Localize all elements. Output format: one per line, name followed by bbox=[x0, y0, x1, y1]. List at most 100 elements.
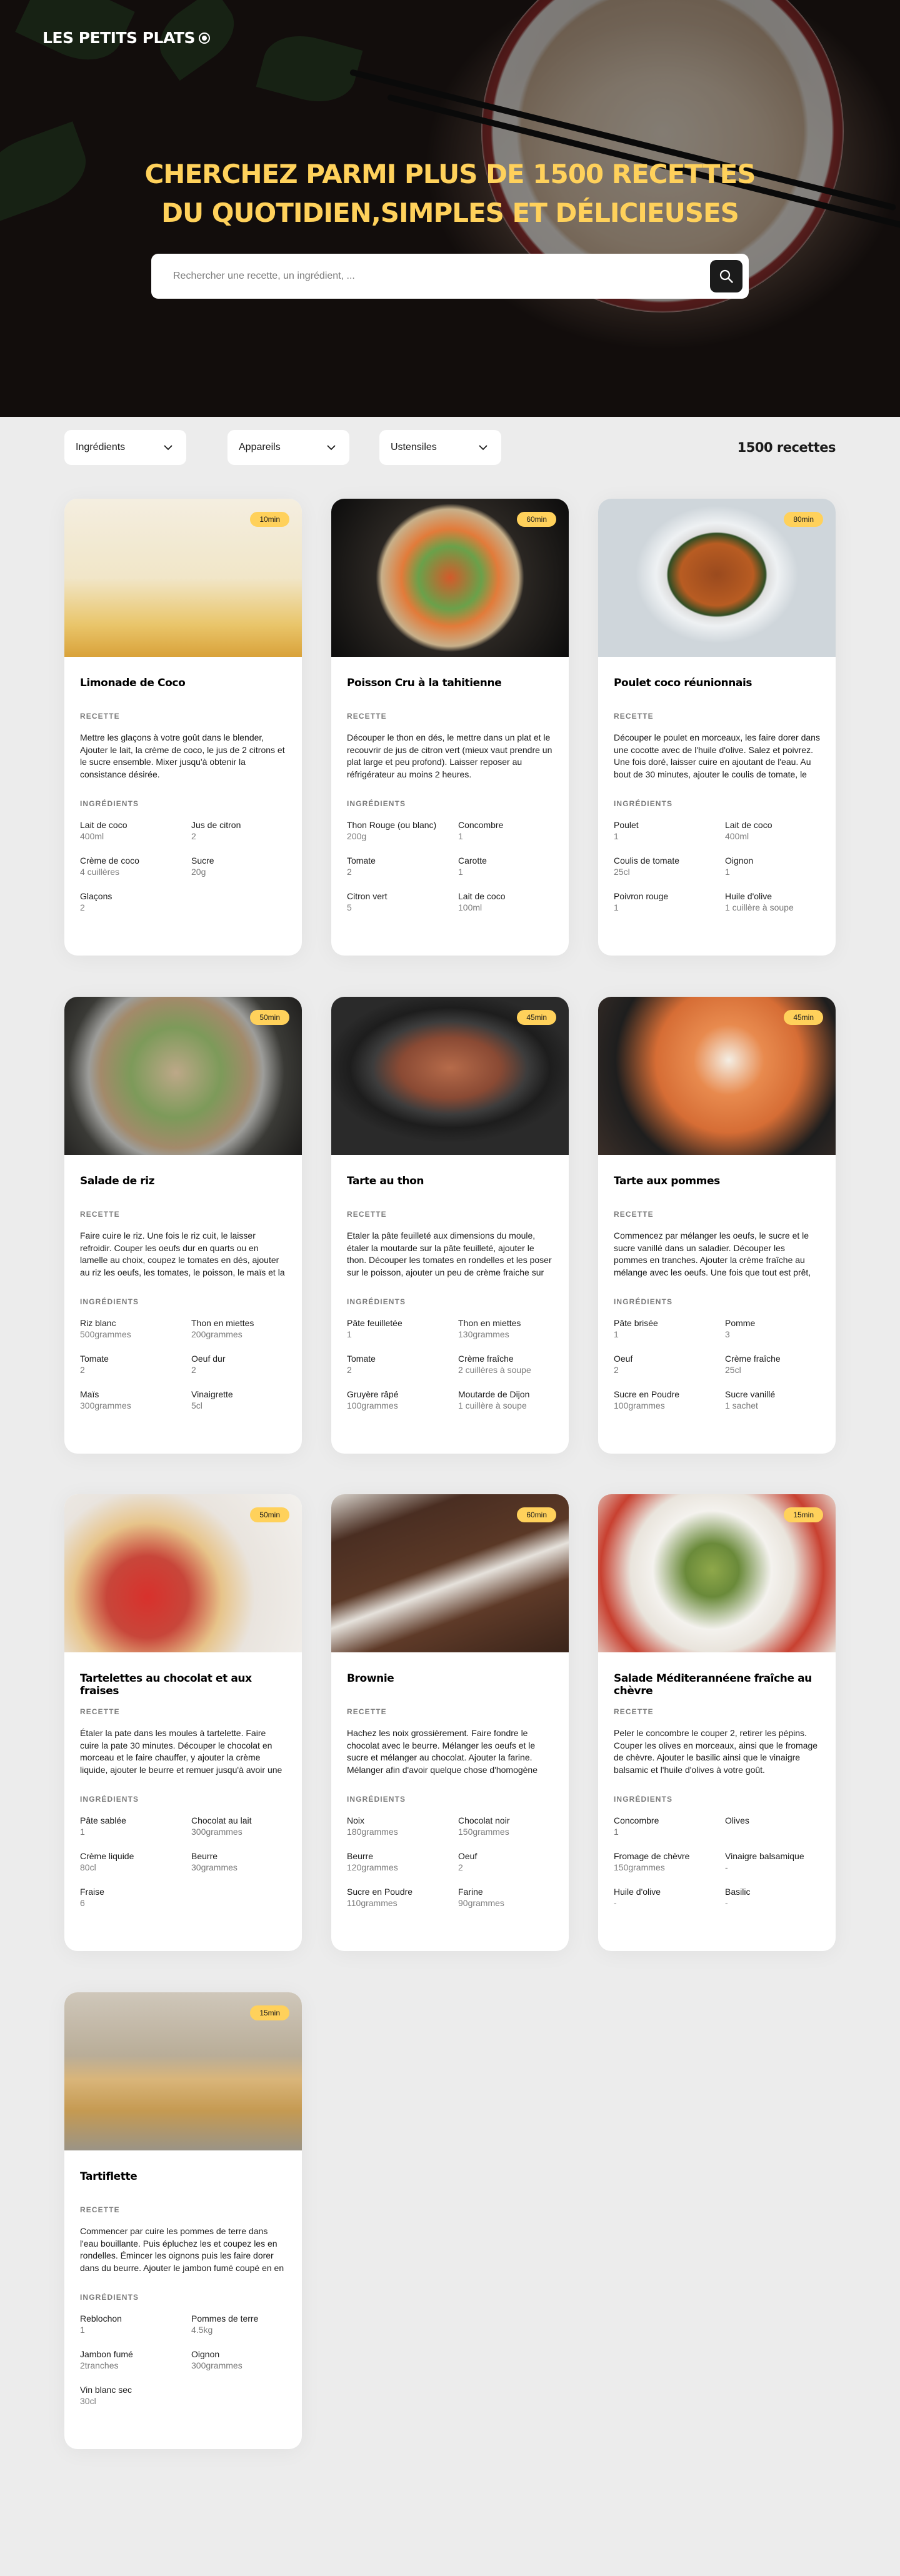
ingredient-name: Citron vert bbox=[347, 891, 388, 901]
recipe-card[interactable]: 50min Salade de riz RECETTE Faire cuire le … bbox=[64, 997, 302, 1454]
recipe-card[interactable]: 45min Tarte aux pommes RECETTE Commencez pa… bbox=[598, 997, 836, 1454]
recipe-card[interactable]: 15min Tartiflette RECETTE Commencer par cui… bbox=[64, 1992, 302, 2449]
recipe-card[interactable]: 60min Brownie RECETTE Hachez les noix gross… bbox=[331, 1494, 569, 1951]
ingredient-quantity: 1 bbox=[458, 867, 463, 877]
ingredient-name: Lait de coco bbox=[725, 820, 772, 830]
ingredient-quantity: 2 bbox=[191, 1365, 196, 1375]
ingredient-quantity: 300grammes bbox=[191, 2360, 242, 2370]
ingredient-name: Carotte bbox=[458, 856, 487, 866]
ingredient-name: Concombre bbox=[458, 820, 504, 830]
ingredient-name: Basilic bbox=[725, 1887, 751, 1897]
recipe-card[interactable]: 45min Tarte au thon RECETTE Etaler la pâte … bbox=[331, 997, 569, 1454]
ingredients-list: Pâte feuilletée 1 Thon en miettes 130gramme… bbox=[347, 1317, 553, 1411]
recipe-card[interactable]: 10min Limonade de Coco RECETTE Mettre les g… bbox=[64, 499, 302, 956]
headline-line-2: DU QUOTIDIEN,SIMPLES ET DÉLICIEUSES bbox=[161, 197, 739, 228]
filter-ustensiles-dropdown[interactable]: Ustensiles bbox=[379, 430, 501, 465]
recipe-card[interactable]: 15min Salade Méditerannéene fraîche au ch… bbox=[598, 1494, 836, 1951]
logo-dot-icon bbox=[198, 32, 210, 44]
ingredient-item: Chocolat noir 150grammes bbox=[458, 1815, 553, 1837]
recipe-description: Commencez par mélanger les oeufs, le suc… bbox=[614, 1231, 811, 1277]
ingredient-quantity: 120grammes bbox=[347, 1862, 398, 1872]
ingredient-quantity: 2 bbox=[458, 1862, 463, 1872]
time-badge: 45min bbox=[784, 1010, 823, 1025]
ingredient-name: Reblochon bbox=[80, 2314, 122, 2324]
ingredients-section-label: INGRÉDIENTS bbox=[80, 2293, 139, 2302]
ingredient-quantity: 400ml bbox=[80, 831, 104, 841]
ingredient-quantity: 180grammes bbox=[347, 1827, 398, 1837]
ingredient-item: Noix 180grammes bbox=[347, 1815, 458, 1837]
recette-section-label: RECETTE bbox=[347, 1707, 387, 1716]
ingredient-quantity: 4 cuillères bbox=[80, 867, 120, 877]
ingredient-item: Olives bbox=[725, 1815, 820, 1837]
ingredient-item: Thon en miettes 130grammes bbox=[458, 1317, 553, 1340]
recette-section-label: RECETTE bbox=[80, 1707, 120, 1716]
recipe-description: Découper le poulet en morceaux, les fair… bbox=[614, 732, 820, 779]
ingredient-item: Oignon 1 bbox=[725, 855, 820, 877]
ingredient-quantity: 5 bbox=[347, 902, 352, 912]
recipe-card[interactable]: 60min Poisson Cru à la tahitienne RECETTE D… bbox=[331, 499, 569, 956]
ingredient-name: Crème de coco bbox=[80, 856, 139, 866]
ingredient-name: Vin blanc sec bbox=[80, 2385, 132, 2395]
ingredient-item: Carotte 1 bbox=[458, 855, 553, 877]
recipe-card[interactable]: 80min Poulet coco réunionnais RECETTE Décou… bbox=[598, 499, 836, 956]
recette-section-label: RECETTE bbox=[80, 2205, 120, 2214]
ingredient-quantity: 5cl bbox=[191, 1400, 202, 1410]
search-icon bbox=[719, 269, 733, 283]
ingredient-quantity: 1 bbox=[458, 831, 463, 841]
ingredient-quantity: 1 sachet bbox=[725, 1400, 758, 1410]
recipe-card[interactable]: 50min Tartelettes au chocolat et aux frai… bbox=[64, 1494, 302, 1951]
search-button[interactable] bbox=[710, 260, 742, 292]
ingredients-list: Riz blanc 500grammes Thon en miettes 200gra… bbox=[80, 1317, 286, 1411]
ingredient-item: Maïs 300grammes bbox=[80, 1389, 191, 1411]
ingredient-item: Tomate 2 bbox=[80, 1353, 191, 1375]
ingredient-item: Coulis de tomate 25cl bbox=[614, 855, 725, 877]
ingredients-section-label: INGRÉDIENTS bbox=[347, 1297, 406, 1306]
ingredient-quantity: 130grammes bbox=[458, 1329, 509, 1339]
ingredient-name: Huile d'olive bbox=[614, 1887, 661, 1897]
ingredient-item: Riz blanc 500grammes bbox=[80, 1317, 191, 1340]
ingredient-item: Fromage de chèvre 150grammes bbox=[614, 1850, 725, 1873]
ingredients-list: Thon Rouge (ou blanc) 200g Concombre 1 Tomat… bbox=[347, 819, 553, 913]
ingredient-name: Sucre bbox=[191, 856, 214, 866]
recipe-description: Mettre les glaçons à votre goût dans le … bbox=[80, 732, 285, 779]
ingredient-name: Poivron rouge bbox=[614, 891, 669, 901]
chevron-down-icon bbox=[479, 444, 488, 450]
filter-ustensiles-label: Ustensiles bbox=[391, 442, 437, 452]
ingredient-name: Fromage de chèvre bbox=[614, 1851, 690, 1861]
filter-appareils-dropdown[interactable]: Appareils bbox=[228, 430, 349, 465]
filter-ingredients-dropdown[interactable]: Ingrédients bbox=[64, 430, 186, 465]
time-badge: 45min bbox=[517, 1010, 556, 1025]
ingredient-item: Tomate 2 bbox=[347, 855, 458, 877]
ingredient-item: Sucre en Poudre 110grammes bbox=[347, 1886, 458, 1909]
ingredient-item: Thon en miettes 200grammes bbox=[191, 1317, 286, 1340]
ingredient-item: Crème de coco 4 cuillères bbox=[80, 855, 191, 877]
ingredients-list: Pâte brisée 1 Pomme 3 Oeuf 2 Crème fraîche 25cl… bbox=[614, 1317, 820, 1411]
site-logo[interactable]: LES PETITS PLATS bbox=[42, 29, 210, 47]
recipe-title: Poisson Cru à la tahitienne bbox=[347, 677, 502, 689]
time-badge: 15min bbox=[784, 1507, 823, 1522]
ingredient-name: Fraise bbox=[80, 1887, 104, 1897]
ingredient-quantity: 90grammes bbox=[458, 1898, 504, 1908]
search-input[interactable] bbox=[173, 254, 686, 299]
ingredient-quantity: 300grammes bbox=[80, 1400, 131, 1410]
recipe-description: Etaler la pâte feuilleté aux dimensions … bbox=[347, 1231, 552, 1277]
ingredients-section-label: INGRÉDIENTS bbox=[614, 1795, 673, 1804]
ingredient-quantity: 80cl bbox=[80, 1862, 96, 1872]
ingredient-quantity: 2 bbox=[347, 1365, 352, 1375]
ingredients-section-label: INGRÉDIENTS bbox=[80, 1297, 139, 1306]
logo-text: LES PETITS PLATS bbox=[42, 29, 195, 47]
ingredient-quantity: 200grammes bbox=[191, 1329, 242, 1339]
ingredient-quantity: 150grammes bbox=[614, 1862, 665, 1872]
ingredient-name: Jambon fumé bbox=[80, 2349, 133, 2359]
hero-headline: CHERCHEZ PARMI PLUS DE 1500 RECETTES DU … bbox=[0, 155, 900, 232]
ingredient-quantity bbox=[725, 1826, 820, 1837]
ingredient-item: Oeuf dur 2 bbox=[191, 1353, 286, 1375]
ingredient-quantity: 1 bbox=[614, 831, 619, 841]
time-badge: 50min bbox=[250, 1507, 289, 1522]
ingredients-list: Lait de coco 400ml Jus de citron 2 Crème de … bbox=[80, 819, 286, 913]
ingredient-quantity: 3 bbox=[725, 1329, 730, 1339]
ingredient-item: Lait de coco 100ml bbox=[458, 891, 553, 913]
recette-section-label: RECETTE bbox=[347, 712, 387, 721]
ingredient-name: Thon Rouge (ou blanc) bbox=[347, 820, 437, 830]
ingredient-quantity: 1 bbox=[614, 902, 619, 912]
